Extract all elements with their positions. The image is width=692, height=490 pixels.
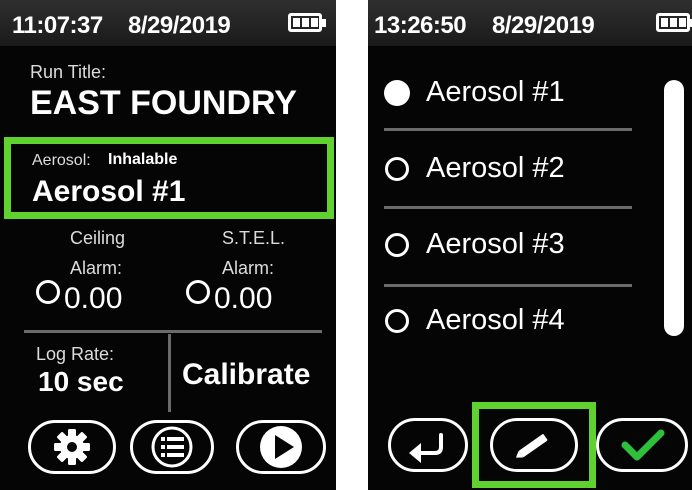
run-title-value[interactable]: EAST FOUNDRY [30,84,297,123]
list-icon [151,426,193,468]
log-rate-label: Log Rate: [36,344,115,364]
aerosol-value: Aerosol #1 [32,175,186,208]
checkmark-icon [621,429,665,461]
list-item[interactable]: Aerosol #2 [378,146,648,198]
option-label: Aerosol #2 [426,152,565,184]
stel-label: S.T.E.L. [222,228,286,248]
gear-icon [54,429,90,465]
scrollbar[interactable] [664,80,684,336]
stel-alarm-label: Alarm: [222,258,275,278]
divider [384,128,632,131]
play-icon [260,426,302,468]
stel-alarm-radio[interactable] [186,280,210,304]
aerosol-label: Aerosol: [32,152,91,169]
list-item[interactable]: Aerosol #4 [378,298,648,350]
battery-icon [656,13,692,32]
divider [384,284,632,287]
log-rate-value[interactable]: 10 sec [38,366,124,398]
battery-icon [288,13,326,32]
pencil-icon [515,434,548,458]
radio-unselected [385,233,409,257]
run-title-label: Run Title: [30,62,107,82]
option-label: Aerosol #4 [426,304,565,336]
list-item[interactable]: Aerosol #1 [378,70,648,122]
radio-selected [384,80,410,106]
clock-time: 11:07:37 [12,12,103,39]
back-arrow-icon [409,433,443,463]
date: 8/29/2019 [128,12,231,39]
option-label: Aerosol #1 [426,76,565,108]
calibrate-button[interactable]: Calibrate [182,358,310,392]
confirm-button[interactable] [596,418,688,472]
stel-alarm-value[interactable]: 0.00 [214,282,272,316]
radio-unselected [385,309,409,333]
edit-button[interactable] [490,418,578,472]
back-button[interactable] [388,418,468,472]
divider [384,206,632,209]
aerosol-type: Inhalable [108,151,178,168]
ceiling-label: Ceiling [70,228,126,248]
divider [168,334,171,412]
settings-button[interactable] [28,420,116,474]
radio-unselected [385,157,409,181]
aerosol-list-screen: 13:26:50 8/29/2019 Aerosol #1 Aerosol #2… [368,0,692,490]
status-bar: 13:26:50 8/29/2019 [368,0,692,46]
ceiling-alarm-radio[interactable] [36,280,60,304]
status-bar: 11:07:37 8/29/2019 [0,0,336,46]
divider [24,330,322,333]
date: 8/29/2019 [492,12,595,39]
ceiling-alarm-value[interactable]: 0.00 [64,282,122,316]
ceiling-alarm-label: Alarm: [70,258,123,278]
start-button[interactable] [236,420,326,474]
list-item[interactable]: Aerosol #3 [378,222,648,274]
main-screen: 11:07:37 8/29/2019 Run Title: EAST FOUND… [0,0,336,490]
option-label: Aerosol #3 [426,228,565,260]
clock-time: 13:26:50 [374,12,467,39]
list-button[interactable] [130,420,214,474]
